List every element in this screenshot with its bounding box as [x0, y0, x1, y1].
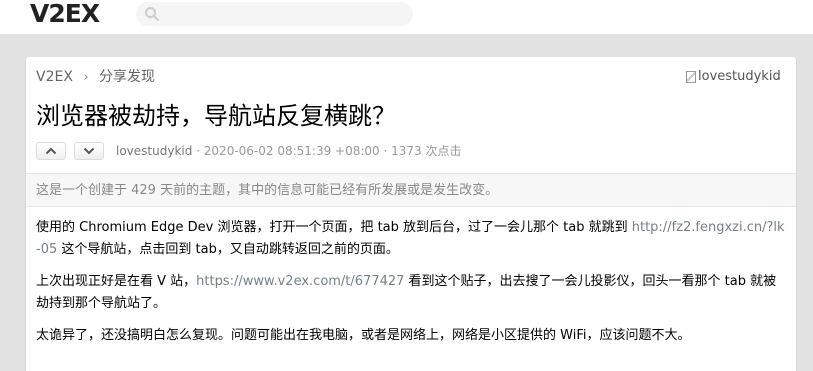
content-text: 上次出现正好是在看 V 站， [36, 274, 197, 289]
breadcrumb-node-link[interactable]: 分享发现 [99, 69, 155, 85]
topic-meta-info: · 2020-06-02 08:51:39 +08:00 · 1373 次点击 [192, 144, 462, 158]
upvote-button[interactable] [36, 142, 66, 160]
search-input[interactable] [136, 2, 413, 26]
outdated-notice: 这是一个创建于 429 天前的主题，其中的信息可能已经有所发展或是发生改变。 [26, 173, 796, 207]
topic-content: 使用的 Chromium Edge Dev 浏览器，打开一个页面，把 tab 放… [36, 217, 786, 357]
chevron-up-icon [45, 147, 57, 155]
content-paragraph: 使用的 Chromium Edge Dev 浏览器，打开一个页面，把 tab 放… [36, 217, 786, 261]
avatar[interactable]: lovestudykid [686, 67, 781, 87]
content-paragraph: 上次出现正好是在看 V 站，https://www.v2ex.com/t/677… [36, 271, 786, 315]
chevron-down-icon [83, 147, 95, 155]
content-text: 使用的 Chromium Edge Dev 浏览器，打开一个页面，把 tab 放… [36, 220, 632, 235]
downvote-button[interactable] [74, 142, 104, 160]
avatar-alt-text: lovestudykid [698, 69, 781, 84]
site-logo[interactable]: V2EX [30, 0, 100, 28]
page-title: 浏览器被劫持，导航站反复横跳？ [36, 102, 396, 130]
content-text: 这个导航站，点击回到 tab，又自动跳转返回之前的页面。 [57, 242, 399, 257]
search-icon [145, 7, 159, 21]
breadcrumb-separator: › [83, 70, 89, 85]
content-link[interactable]: https://www.v2ex.com/t/677427 [196, 274, 404, 289]
content-paragraph: 太诡异了，还没搞明白怎么复现。问题可能出在我电脑，或者是网络上，网络是小区提供的… [36, 328, 691, 343]
top-bar: V2EX [0, 0, 813, 35]
breadcrumb: V2EX › 分享发现 [36, 67, 155, 88]
topic-box: V2EX › 分享发现 lovestudykid 浏览器被劫持，导航站反复横跳？… [26, 57, 796, 371]
author-link[interactable]: lovestudykid [116, 144, 192, 158]
topic-meta: lovestudykid · 2020-06-02 08:51:39 +08:0… [116, 143, 461, 159]
vote-buttons [36, 142, 104, 160]
breadcrumb-home-link[interactable]: V2EX [36, 69, 73, 85]
broken-image-icon [686, 71, 696, 83]
